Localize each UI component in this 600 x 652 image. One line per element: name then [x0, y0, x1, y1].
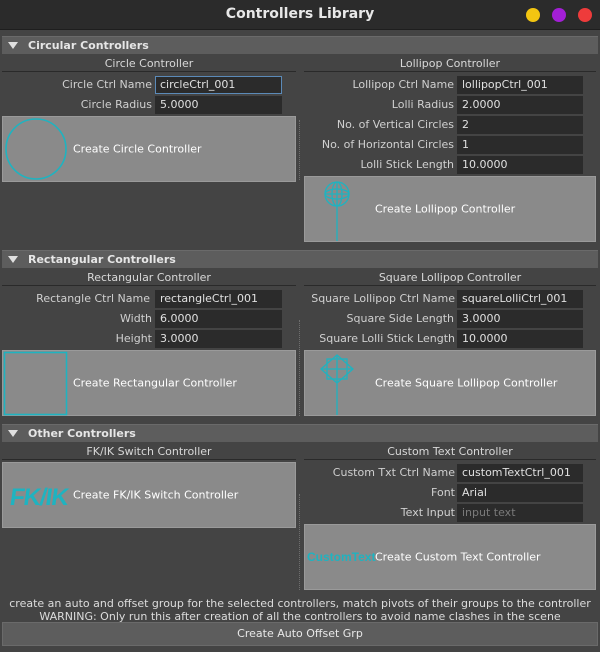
lollipop-radius-label: Lolli Radius	[391, 98, 454, 111]
rectangle-name-label: Rectangle Ctrl Name	[36, 292, 150, 305]
collapse-arrow-icon[interactable]	[8, 256, 18, 263]
section-label: Other Controllers	[28, 427, 136, 440]
section-circular[interactable]: Circular Controllers	[2, 36, 598, 54]
column-divider	[299, 120, 300, 180]
collapse-arrow-icon[interactable]	[8, 430, 18, 437]
lolli-stick-label: Lolli Stick Length	[360, 158, 454, 171]
collapse-arrow-icon[interactable]	[8, 42, 18, 49]
custom-text-name-field[interactable]: customTextCtrl_001	[457, 464, 583, 482]
square-lollipop-header: Square Lollipop Controller	[304, 271, 596, 286]
circle-name-label: Circle Ctrl Name	[62, 78, 152, 91]
circle-name-field[interactable]: circleCtrl_001	[155, 76, 282, 94]
square-lollipop-controller-icon	[320, 354, 354, 415]
create-custom-text-label: Create Custom Text Controller	[375, 550, 541, 564]
fkik-icon: FK/IK	[8, 484, 70, 511]
rectangle-name-field[interactable]: rectangleCtrl_001	[155, 290, 282, 308]
custom-text-input-field[interactable]: input text	[457, 504, 583, 522]
minimize-button[interactable]	[526, 8, 540, 22]
section-label: Rectangular Controllers	[28, 253, 176, 266]
custom-text-icon: CustomText	[307, 550, 376, 564]
create-fkik-label: Create FK/IK Switch Controller	[73, 488, 239, 502]
square-lollipop-name-field[interactable]: squareLolliCtrl_001	[457, 290, 583, 308]
create-square-lollipop-button[interactable]: Create Square Lollipop Controller	[304, 350, 596, 416]
square-stick-field[interactable]: 10.0000	[457, 330, 583, 348]
create-rectangular-button[interactable]: Create Rectangular Controller	[2, 350, 296, 416]
create-circle-button[interactable]: Create Circle Controller	[2, 116, 296, 182]
circle-header: Circle Controller	[2, 57, 296, 72]
rectangle-header: Rectangular Controller	[2, 271, 296, 286]
fkik-header: FK/IK Switch Controller	[2, 445, 296, 460]
rectangle-width-field[interactable]: 6.0000	[155, 310, 282, 328]
square-side-label: Square Side Length	[346, 312, 454, 325]
create-rectangular-label: Create Rectangular Controller	[73, 376, 237, 390]
maximize-button[interactable]	[552, 8, 566, 22]
custom-text-header: Custom Text Controller	[304, 445, 596, 460]
circle-radius-label: Circle Radius	[80, 98, 152, 111]
footer-description: create an auto and offset group for the …	[9, 597, 591, 610]
custom-text-font-field[interactable]: Arial	[457, 484, 583, 502]
window-title: Controllers Library	[225, 6, 375, 22]
custom-text-font-label: Font	[431, 486, 455, 499]
lollipop-name-label: Lollipop Ctrl Name	[352, 78, 454, 91]
vertical-circles-field[interactable]: 2	[457, 116, 583, 134]
circle-controller-icon	[5, 118, 67, 180]
rectangle-width-label: Width	[120, 312, 152, 325]
section-other[interactable]: Other Controllers	[2, 424, 598, 442]
square-side-field[interactable]: 3.0000	[457, 310, 583, 328]
create-circle-label: Create Circle Controller	[73, 142, 202, 156]
horizontal-circles-label: No. of Horizontal Circles	[321, 138, 454, 151]
section-rectangular[interactable]: Rectangular Controllers	[2, 250, 598, 268]
create-fkik-button[interactable]: FK/IK Create FK/IK Switch Controller	[2, 462, 296, 528]
custom-text-name-label: Custom Txt Ctrl Name	[332, 466, 455, 479]
column-divider	[299, 320, 300, 416]
title-bar: Controllers Library	[0, 0, 600, 30]
create-lollipop-button[interactable]: Create Lollipop Controller	[304, 176, 596, 242]
section-label: Circular Controllers	[28, 39, 149, 52]
rectangle-height-label: Height	[115, 332, 152, 345]
square-stick-label: Square Lolli Stick Length	[319, 332, 455, 345]
rectangle-controller-icon	[3, 351, 68, 416]
square-lollipop-name-label: Square Lollipop Ctrl Name	[311, 292, 455, 305]
lolli-stick-field[interactable]: 10.0000	[457, 156, 583, 174]
lollipop-controller-icon	[324, 181, 350, 241]
rectangle-height-field[interactable]: 3.0000	[155, 330, 282, 348]
lollipop-header: Lollipop Controller	[304, 57, 596, 72]
lollipop-radius-field[interactable]: 2.0000	[457, 96, 583, 114]
create-square-lollipop-label: Create Square Lollipop Controller	[375, 376, 558, 390]
close-button[interactable]	[578, 8, 592, 22]
create-auto-offset-button[interactable]: Create Auto Offset Grp	[2, 622, 598, 646]
custom-text-input-label: Text Input	[400, 506, 455, 519]
lollipop-name-field[interactable]: lollipopCtrl_001	[457, 76, 583, 94]
column-divider	[299, 494, 300, 590]
create-lollipop-label: Create Lollipop Controller	[375, 202, 516, 216]
horizontal-circles-field[interactable]: 1	[457, 136, 583, 154]
circle-radius-field[interactable]: 5.0000	[155, 96, 282, 114]
create-custom-text-button[interactable]: CustomText Create Custom Text Controller	[304, 524, 596, 590]
vertical-circles-label: No. of Vertical Circles	[336, 118, 454, 131]
